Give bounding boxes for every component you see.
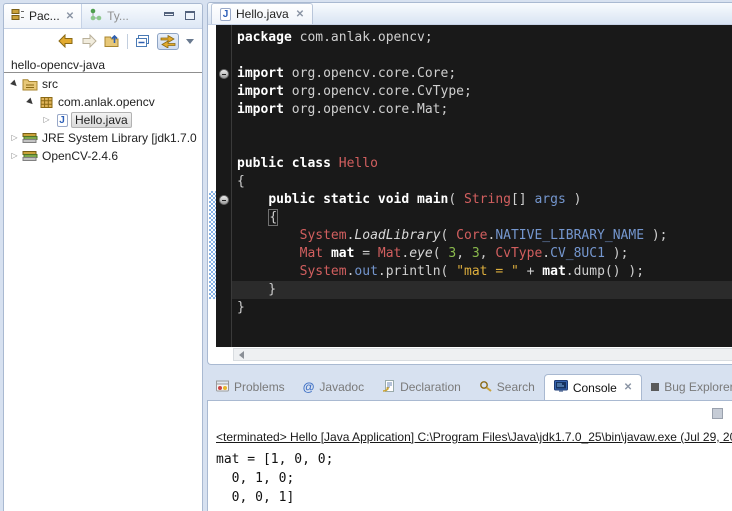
tab-bug-explorer[interactable]: Bug Explorer [642, 374, 732, 400]
java-file-icon: J [53, 114, 71, 127]
tree-item-jre-system-library-jdk1-7-0[interactable]: ▷ JRE System Library [jdk1.7.0 [4, 129, 202, 147]
tab-javadoc[interactable]: @ Javadoc [294, 374, 373, 400]
toolbar-separator [127, 34, 128, 49]
tree-item-com-anlak-opencv[interactable]: ▶com.anlak.opencv [4, 93, 202, 111]
tab-label: Search [497, 380, 535, 394]
tree-item-label: OpenCV-2.4.6 [39, 149, 121, 163]
code-line[interactable]: System.LoadLibrary( Core.NATIVE_LIBRARY_… [237, 227, 732, 245]
code-line-current[interactable]: } [232, 281, 732, 299]
console-output-line: 0, 1, 0; [216, 469, 732, 488]
tree-item-label: Hello.java [71, 112, 132, 128]
tree-item-hello-opencv-java[interactable]: hello-opencv-java [4, 57, 202, 73]
tree-item-src[interactable]: ▶src [4, 75, 202, 93]
folding-ruler [216, 25, 232, 347]
scroll-left-icon[interactable] [239, 351, 244, 359]
close-icon[interactable]: ✕ [624, 382, 632, 393]
code-lines[interactable]: package com.anlak.opencv; import org.open… [232, 25, 732, 347]
tab-type-hierarchy[interactable]: Ty... [82, 4, 136, 28]
console-output[interactable]: mat = [1, 0, 0; 0, 1, 0; 0, 0, 1] [216, 450, 732, 511]
editor-horizontal-scrollbar[interactable] [233, 348, 732, 361]
tree-item-label: com.anlak.opencv [55, 95, 158, 109]
code-line[interactable] [237, 137, 732, 155]
up-icon[interactable] [104, 34, 120, 48]
package-explorer-panel: Pac... ✕ Ty... hello-opencv-java ▶src▶com… [3, 3, 203, 511]
package-explorer-tabbar: Pac... ✕ Ty... [4, 4, 202, 29]
tree-item-label: JRE System Library [jdk1.7.0 [39, 131, 200, 145]
code-line[interactable]: import org.opencv.core.CvType; [237, 83, 732, 101]
close-icon[interactable]: ✕ [66, 11, 74, 22]
tree-item-opencv-2-4-6[interactable]: ▷ OpenCV-2.4.6 [4, 147, 202, 165]
tab-label: Declaration [400, 380, 461, 394]
package-explorer-toolbar [4, 29, 202, 53]
console-body: <terminated> Hello [Java Application] C:… [207, 400, 732, 511]
minimize-icon[interactable] [164, 12, 174, 16]
code-line[interactable]: { [237, 209, 732, 227]
expand-arrow-icon[interactable]: ▷ [8, 129, 21, 147]
javadoc-icon: @ [303, 380, 315, 394]
tab-problems[interactable]: Problems [207, 374, 294, 400]
tab-label: Console [573, 381, 617, 395]
editor-group: J Hello.java ✕ package com.anlak.opencv;… [207, 2, 732, 365]
code-line[interactable]: package com.anlak.opencv; [237, 29, 732, 47]
type-hierarchy-icon [89, 8, 103, 24]
code-line[interactable]: public class Hello [237, 155, 732, 173]
console-tabbar: Problems @ Javadoc Declaration Search Console… [207, 374, 732, 400]
tab-label: Problems [234, 380, 285, 394]
editor-tabbar: J Hello.java ✕ [208, 3, 732, 25]
view-menu-icon[interactable] [186, 39, 194, 44]
problems-icon [216, 380, 229, 395]
code-line[interactable] [237, 119, 732, 137]
project-tree: hello-opencv-java▶src▶com.anlak.opencv▷J… [4, 53, 202, 165]
tree-item-hello-java[interactable]: ▷JHello.java [4, 111, 202, 129]
code-line[interactable]: System.out.println( "mat = " + mat.dump(… [237, 263, 732, 281]
code-line[interactable]: public static void main( String[] args ) [237, 191, 732, 209]
tab-declaration[interactable]: Declaration [373, 374, 470, 400]
code-line[interactable]: import org.opencv.core.Core; [237, 65, 732, 83]
tab-label: Ty... [107, 9, 129, 23]
console-status-line: <terminated> Hello [Java Application] C:… [216, 430, 732, 444]
close-icon[interactable]: ✕ [296, 9, 304, 20]
declaration-icon [382, 380, 395, 395]
fold-collapse-icon[interactable] [219, 195, 229, 205]
tree-item-label: src [39, 77, 61, 91]
editor-body: package com.anlak.opencv; import org.open… [209, 25, 732, 347]
tab-search[interactable]: Search [470, 374, 544, 400]
maximize-icon[interactable] [185, 11, 195, 20]
library-icon [21, 150, 39, 163]
back-icon[interactable] [58, 34, 74, 48]
library-icon [21, 132, 39, 145]
code-line[interactable]: { [237, 173, 732, 191]
code-line[interactable] [237, 47, 732, 65]
method-range-indicator [209, 191, 216, 299]
console-toolbar-button[interactable] [712, 408, 723, 419]
code-line[interactable]: Mat mat = Mat.eye( 3, 3, CvType.CV_8UC1 … [237, 245, 732, 263]
tab-label: Pac... [29, 9, 60, 23]
code-line[interactable]: } [237, 299, 732, 317]
code-line[interactable]: import org.opencv.core.Mat; [237, 101, 732, 119]
console-output-line: 0, 0, 1] [216, 488, 732, 507]
tab-label: Javadoc [319, 380, 364, 394]
bug-icon [651, 380, 659, 394]
search-icon [479, 380, 492, 395]
editor-tab-hello-java[interactable]: J Hello.java ✕ [211, 3, 313, 24]
expand-arrow-icon[interactable]: ▷ [8, 147, 21, 165]
tree-item-label: hello-opencv-java [8, 58, 108, 72]
fold-collapse-icon[interactable] [219, 69, 229, 79]
console-icon [554, 380, 568, 396]
tab-console[interactable]: Console ✕ [544, 374, 642, 400]
range-indicator-column [209, 25, 216, 347]
view-window-buttons [164, 11, 195, 20]
forward-icon[interactable] [81, 34, 97, 48]
tab-label: Bug Explorer [664, 380, 732, 394]
link-with-editor-icon[interactable] [157, 33, 179, 50]
tab-package-explorer[interactable]: Pac... ✕ [4, 4, 82, 28]
java-file-icon: J [220, 8, 231, 21]
collapse-all-icon[interactable] [135, 35, 150, 48]
package-explorer-icon [11, 8, 25, 24]
console-output-line: mat = [1, 0, 0; [216, 450, 732, 469]
expand-arrow-icon[interactable]: ▷ [40, 111, 53, 129]
console-panel: Problems @ Javadoc Declaration Search Console… [207, 374, 732, 511]
editor-tab-label: Hello.java [236, 7, 289, 21]
